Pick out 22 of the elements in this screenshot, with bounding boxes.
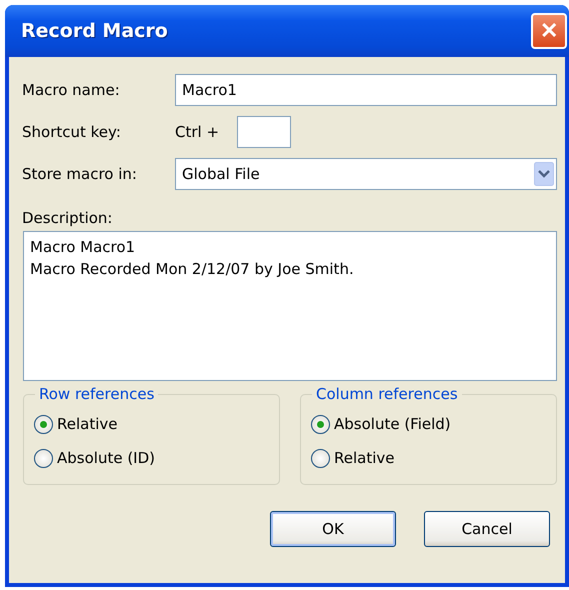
window-title: Record Macro <box>21 20 168 42</box>
store-macro-dropdown[interactable]: Global File <box>175 158 557 190</box>
cancel-button[interactable]: Cancel <box>424 511 550 547</box>
radio-button[interactable] <box>311 448 330 468</box>
shortcut-key-field[interactable] <box>237 116 291 148</box>
field-label: Store macro in: <box>22 165 138 183</box>
macro-name-field[interactable]: Macro1 <box>175 74 557 106</box>
radio-button[interactable] <box>34 414 53 434</box>
ok-button[interactable]: OK <box>270 511 396 547</box>
group-title: Column references <box>315 385 459 403</box>
field-label: Shortcut key: <box>22 123 122 141</box>
radio-option[interactable]: Absolute (ID) <box>34 441 269 475</box>
radio-option[interactable]: Relative <box>34 407 269 441</box>
description-label: Description: <box>22 209 114 229</box>
radio-option[interactable]: Absolute (Field) <box>311 407 546 441</box>
ctrl-label: Ctrl + <box>175 123 220 141</box>
radio-option[interactable]: Relative <box>311 441 546 475</box>
radio-button[interactable] <box>34 448 53 468</box>
description-field[interactable]: Macro Macro1 Macro Recorded Mon 2/12/07 by Joe Smith. <box>23 231 557 381</box>
group-title: Row references <box>38 385 156 403</box>
radio-button[interactable] <box>311 414 330 434</box>
field-label: Macro name: <box>22 81 121 99</box>
